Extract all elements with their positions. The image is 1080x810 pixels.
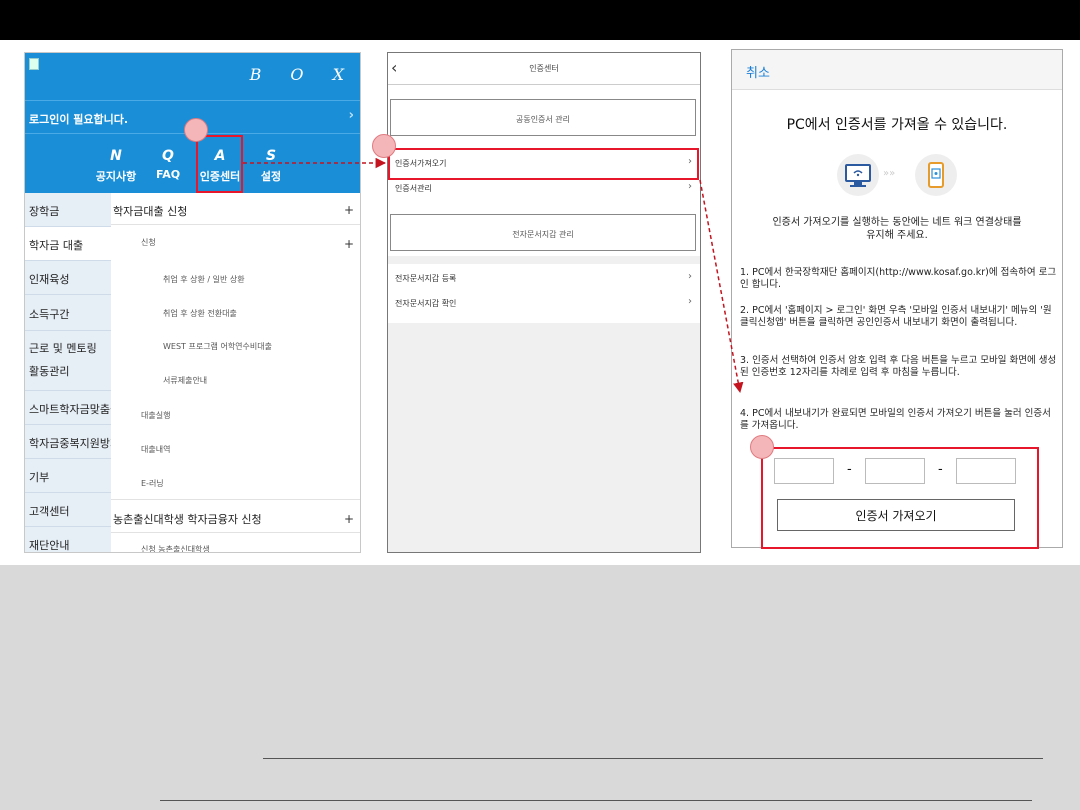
step-marker-1 xyxy=(184,118,208,142)
step-marker-2 xyxy=(372,134,396,158)
flow-arrows xyxy=(243,157,744,394)
step-marker-3 xyxy=(750,435,774,459)
arrow-to-import-screen xyxy=(699,179,744,394)
